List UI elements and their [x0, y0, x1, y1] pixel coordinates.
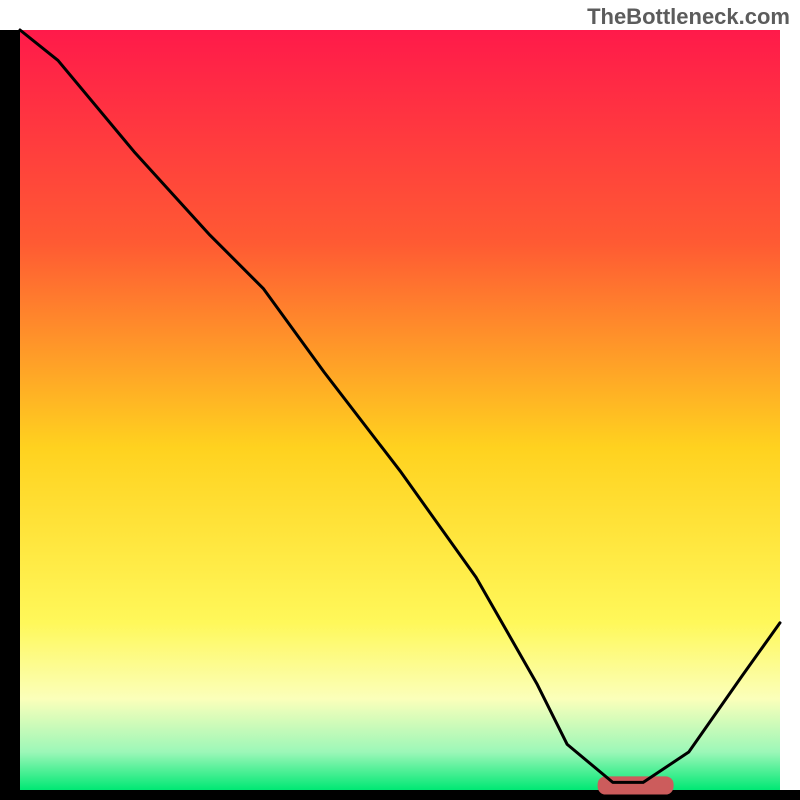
chart-container: TheBottleneck.com	[0, 0, 800, 800]
y-axis	[0, 30, 20, 800]
attribution-label: TheBottleneck.com	[587, 4, 790, 30]
plot-background	[20, 30, 780, 790]
x-axis	[0, 790, 800, 800]
bottleneck-chart	[0, 0, 800, 800]
